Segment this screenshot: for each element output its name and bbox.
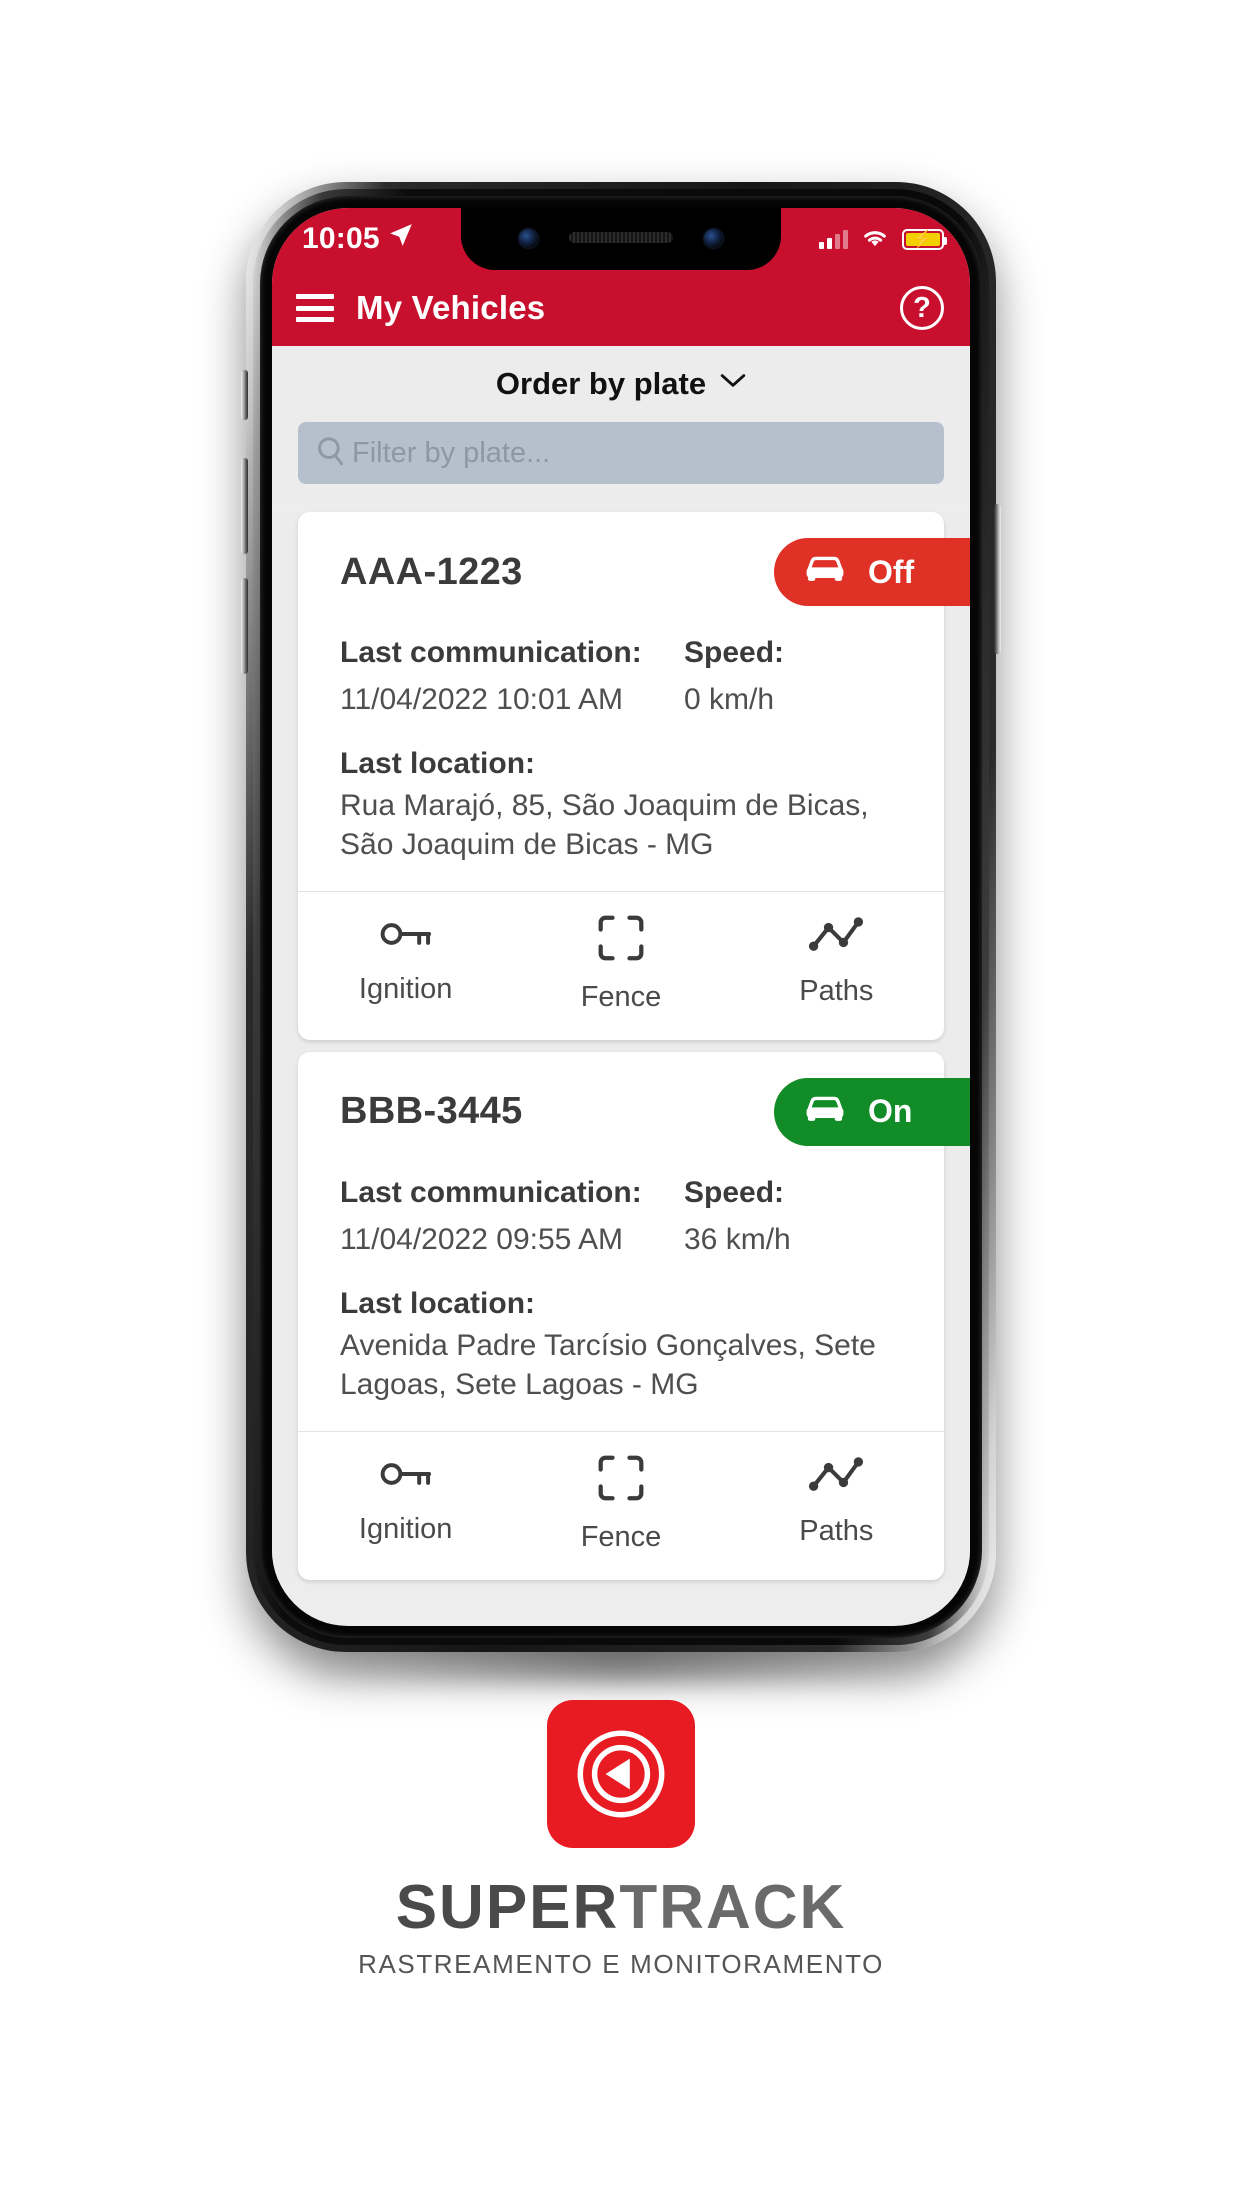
action-ignition[interactable]: Ignition	[298, 1454, 513, 1554]
brand-wordmark-bold: SUPER	[395, 1873, 620, 1942]
last-communication-value: 11/04/2022 10:01 AM	[340, 682, 624, 716]
status-bar-right: ⚡	[819, 226, 947, 253]
status-badge: On	[774, 1077, 970, 1146]
last-location-label: Last location:	[340, 1287, 536, 1321]
vehicle-plate: BBB-3445	[340, 1090, 523, 1133]
action-ignition[interactable]: Ignition	[298, 914, 513, 1014]
vehicle-card-header: AAA-1223 Off	[340, 538, 970, 606]
search-bar[interactable]	[298, 422, 944, 484]
status-badge: Off	[774, 538, 970, 606]
vehicle-card-actions: Ignition Fence Paths	[298, 1430, 944, 1580]
vehicle-card-actions: Ignition Fence Paths	[298, 890, 944, 1040]
car-icon	[804, 553, 846, 591]
action-label: Fence	[580, 980, 662, 1013]
app-viewport: 10:05 ⚡ My Vehicles ? Order by plate Fil…	[272, 208, 970, 1626]
speed-label: Speed:	[684, 1175, 785, 1209]
vehicle-card-body: BBB-3445 On Last communication: Speed: 1…	[298, 1052, 970, 1431]
search-bar-container	[272, 422, 970, 500]
vehicle-card-header: BBB-3445 On	[340, 1077, 970, 1146]
last-communication-label: Last communication:	[340, 636, 642, 669]
face-id-sensor-icon	[704, 229, 723, 248]
page-title: My Vehicles	[356, 289, 546, 326]
status-badge-label: On	[868, 1093, 913, 1130]
app-bar: My Vehicles ?	[272, 270, 970, 346]
action-fence[interactable]: Fence	[513, 1454, 728, 1554]
vehicle-card[interactable]: BBB-3445 On Last communication: Speed: 1…	[298, 1051, 970, 1580]
last-communication-label: Last communication:	[340, 1175, 642, 1209]
vehicle-card-body: AAA-1223 Off Last communication: Speed: …	[298, 512, 970, 891]
last-location-block: Last location: Rua Marajó, 85, São Joaqu…	[340, 743, 944, 865]
status-bar-left: 10:05	[302, 222, 414, 256]
help-icon[interactable]: ?	[900, 286, 944, 330]
search-input[interactable]	[352, 436, 928, 470]
action-label: Ignition	[358, 972, 453, 1005]
device-screen: 10:05 ⚡ My Vehicles ? Order by plate Fil…	[272, 208, 970, 1626]
sort-selector-label: Order by plate	[495, 366, 707, 401]
last-communication-value: 11/04/2022 09:55 AM	[340, 1222, 624, 1256]
status-bar-time: 10:05	[302, 222, 380, 255]
action-label: Paths	[799, 1514, 874, 1547]
battery-charging-icon: ⚡	[902, 228, 947, 250]
route-chart-icon	[808, 1454, 864, 1501]
front-camera-icon	[519, 229, 538, 248]
mute-switch[interactable]	[241, 370, 248, 420]
supertrack-radar-arrow-icon	[547, 1700, 695, 1848]
speed-value: 0 km/h	[684, 682, 775, 716]
display-notch	[461, 208, 781, 270]
status-badge-label: Off	[868, 553, 915, 590]
last-location-block: Last location: Avenida Padre Tarcísio Go…	[340, 1283, 944, 1405]
cellular-signal-icon	[819, 229, 848, 249]
power-button[interactable]	[994, 504, 1001, 654]
chevron-down-icon	[720, 368, 746, 396]
hamburger-menu-icon[interactable]	[296, 294, 334, 322]
fence-frame-icon	[596, 1454, 646, 1507]
brand-wordmark: SUPERTRACK	[396, 1872, 847, 1943]
action-label: Paths	[799, 974, 874, 1007]
comm-speed-labels: Last communication: Speed:	[340, 632, 944, 675]
action-fence[interactable]: Fence	[513, 914, 728, 1014]
comm-speed-values: 11/04/2022 10:01 AM 0 km/h	[340, 679, 944, 722]
brand-logo: SUPERTRACK RASTREAMENTO E MONITORAMENTO	[0, 1700, 1242, 1980]
last-location-value: Rua Marajó, 85, São Joaquim de Bicas, Sã…	[340, 788, 869, 862]
key-icon	[378, 914, 434, 959]
sort-selector[interactable]: Order by plate	[272, 346, 970, 422]
wifi-icon	[860, 226, 890, 253]
phone-device-mockup: 10:05 ⚡ My Vehicles ? Order by plate Fil…	[232, 182, 1010, 1682]
volume-down-button[interactable]	[241, 578, 248, 674]
earpiece-speaker	[569, 232, 673, 243]
search-icon	[314, 434, 348, 473]
speed-label: Speed:	[684, 636, 785, 669]
action-paths[interactable]: Paths	[729, 914, 944, 1014]
volume-up-button[interactable]	[241, 458, 248, 554]
speed-value: 36 km/h	[684, 1222, 791, 1256]
action-label: Ignition	[358, 1512, 453, 1545]
comm-speed-labels: Last communication: Speed:	[340, 1172, 944, 1215]
fence-frame-icon	[596, 914, 646, 967]
navigation-arrow-icon	[388, 222, 414, 256]
comm-speed-values: 11/04/2022 09:55 AM 36 km/h	[340, 1219, 944, 1262]
vehicle-plate: AAA-1223	[340, 550, 523, 593]
last-location-label: Last location:	[340, 747, 536, 781]
vehicle-list: AAA-1223 Off Last communication: Speed: …	[272, 512, 970, 1580]
screenshot-canvas: 10:05 ⚡ My Vehicles ? Order by plate Fil…	[0, 0, 1242, 2208]
action-label: Fence	[580, 1520, 662, 1553]
brand-wordmark-light: TRACK	[619, 1873, 847, 1942]
action-paths[interactable]: Paths	[729, 1454, 944, 1554]
key-icon	[378, 1454, 434, 1499]
car-icon	[804, 1093, 846, 1131]
brand-tagline: RASTREAMENTO E MONITORAMENTO	[358, 1949, 884, 1979]
vehicle-card[interactable]: AAA-1223 Off Last communication: Speed: …	[298, 512, 970, 1040]
route-chart-icon	[808, 914, 864, 961]
last-location-value: Avenida Padre Tarcísio Gonçalves, Sete L…	[340, 1328, 876, 1402]
